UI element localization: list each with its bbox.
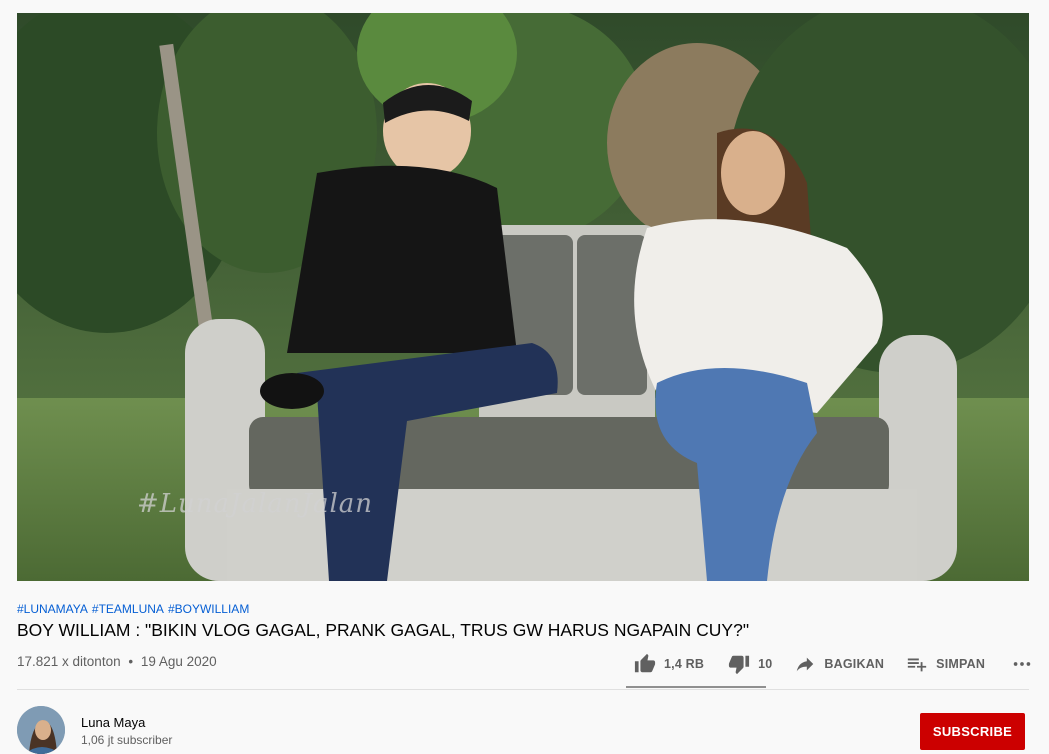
thumb-down-icon — [729, 655, 750, 675]
hashtag-link[interactable]: #LUNAMAYA — [17, 602, 88, 616]
share-button[interactable]: BAGIKAN — [794, 648, 884, 680]
more-horizontal-icon — [1013, 662, 1031, 666]
share-label: BAGIKAN — [824, 657, 885, 671]
publish-date: 19 Agu 2020 — [140, 654, 217, 669]
more-actions-button[interactable] — [1011, 648, 1033, 680]
avatar-image — [17, 706, 65, 754]
video-watermark: #LunaJalanJalan — [137, 489, 374, 519]
video-actions: 1,4 RB 10 BAGIKAN SIMPAN — [626, 648, 1033, 680]
subscribe-button[interactable]: SUBSCRIBE — [920, 713, 1025, 750]
video-meta: 17.821 x ditonton • 19 Agu 2020 — [17, 654, 217, 669]
save-button[interactable]: SIMPAN — [906, 648, 985, 680]
share-arrow-icon — [797, 657, 814, 672]
thumb-up-icon — [634, 653, 656, 673]
hashtag-list: #LUNAMAYA #TEAMLUNA #BOYWILLIAM — [17, 602, 249, 616]
meta-separator: • — [128, 654, 134, 669]
dislike-button[interactable]: 10 — [728, 648, 772, 680]
playlist-add-icon — [907, 658, 927, 672]
channel-name[interactable]: Luna Maya — [81, 715, 145, 730]
like-count: 1,4 RB — [664, 657, 705, 671]
save-label: SIMPAN — [936, 657, 986, 671]
hashtag-link[interactable]: #BOYWILLIAM — [168, 602, 249, 616]
divider — [17, 689, 1029, 690]
channel-avatar[interactable] — [17, 706, 65, 754]
video-player[interactable]: #LunaJalanJalan — [17, 13, 1029, 581]
sentiment-bar — [626, 686, 766, 688]
dislike-count: 10 — [758, 657, 773, 671]
video-title: BOY WILLIAM : "BIKIN VLOG GAGAL, PRANK G… — [17, 620, 750, 640]
subscriber-count: 1,06 jt subscriber — [81, 733, 173, 747]
hashtag-link[interactable]: #TEAMLUNA — [92, 602, 164, 616]
like-button[interactable]: 1,4 RB — [634, 648, 704, 680]
view-count: 17.821 x ditonton — [17, 654, 121, 669]
